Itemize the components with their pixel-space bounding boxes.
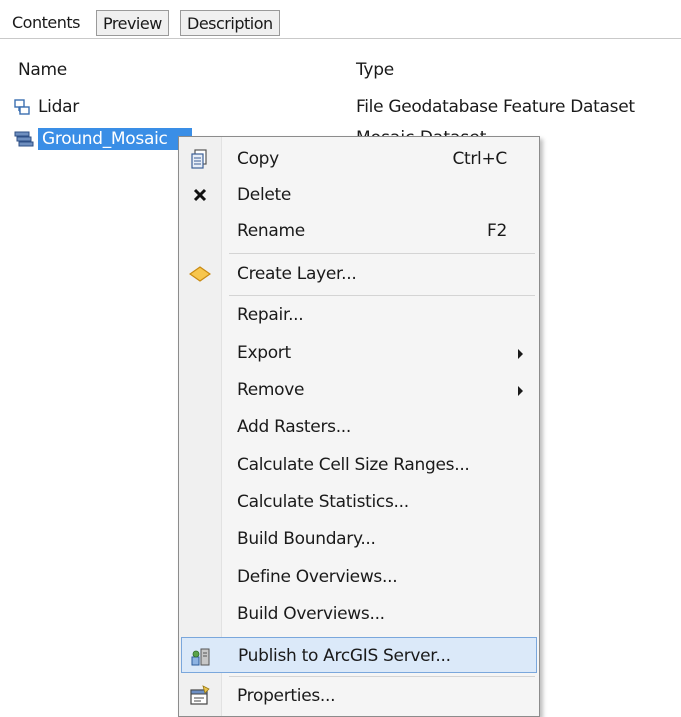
menu-item-shortcut: Ctrl+C bbox=[452, 149, 507, 169]
layer-diamond-icon bbox=[188, 263, 212, 285]
row-name: Ground_Mosaic bbox=[38, 128, 192, 150]
menu-item-label: Export bbox=[237, 343, 291, 363]
tab-strip: Contents Preview Description bbox=[0, 8, 681, 39]
menu-item-build-overviews[interactable]: Build Overviews... bbox=[181, 596, 537, 632]
menu-item-publish-to-arcgis-server[interactable]: Publish to ArcGIS Server... bbox=[181, 637, 537, 673]
context-menu: Copy Ctrl+C Delete Rename F2 Create Laye… bbox=[178, 136, 540, 717]
mosaic-dataset-icon bbox=[14, 130, 36, 150]
menu-item-label: Remove bbox=[237, 380, 305, 400]
column-header-name[interactable]: Name bbox=[18, 60, 67, 80]
menu-item-delete[interactable]: Delete bbox=[181, 177, 537, 213]
menu-separator bbox=[229, 295, 535, 296]
menu-item-remove[interactable]: Remove bbox=[181, 372, 537, 408]
menu-separator bbox=[229, 253, 535, 254]
catalog-window: Contents Preview Description Name Type L… bbox=[0, 0, 681, 717]
menu-item-add-rasters[interactable]: Add Rasters... bbox=[181, 409, 537, 445]
menu-item-label: Build Overviews... bbox=[237, 604, 385, 624]
menu-item-label: Add Rasters... bbox=[237, 417, 352, 437]
menu-item-create-layer[interactable]: Create Layer... bbox=[181, 256, 537, 292]
menu-item-shortcut: F2 bbox=[487, 221, 507, 241]
publish-server-icon bbox=[190, 645, 212, 667]
tab-description[interactable]: Description bbox=[180, 10, 280, 36]
row-type: File Geodatabase Feature Dataset bbox=[356, 97, 635, 117]
menu-item-label: Create Layer... bbox=[237, 264, 357, 284]
column-header-type[interactable]: Type bbox=[356, 60, 394, 80]
menu-item-rename[interactable]: Rename F2 bbox=[181, 213, 537, 249]
menu-item-label: Repair... bbox=[237, 305, 304, 325]
menu-item-calculate-cell-size-ranges[interactable]: Calculate Cell Size Ranges... bbox=[181, 447, 537, 483]
menu-item-label: Publish to ArcGIS Server... bbox=[238, 646, 451, 666]
submenu-arrow-icon bbox=[518, 386, 523, 396]
menu-item-label: Properties... bbox=[237, 686, 336, 706]
menu-item-label: Calculate Cell Size Ranges... bbox=[237, 455, 470, 475]
menu-item-label: Copy bbox=[237, 149, 279, 169]
tab-contents[interactable]: Contents bbox=[6, 10, 86, 36]
tab-preview[interactable]: Preview bbox=[96, 10, 169, 36]
menu-item-label: Calculate Statistics... bbox=[237, 492, 409, 512]
copy-icon bbox=[189, 148, 211, 170]
menu-item-label: Define Overviews... bbox=[237, 567, 398, 587]
feature-dataset-icon bbox=[14, 98, 36, 118]
menu-item-label: Rename bbox=[237, 221, 305, 241]
menu-item-properties[interactable]: Properties... bbox=[181, 678, 537, 714]
submenu-arrow-icon bbox=[518, 349, 523, 359]
menu-item-build-boundary[interactable]: Build Boundary... bbox=[181, 521, 537, 557]
menu-item-copy[interactable]: Copy Ctrl+C bbox=[181, 141, 537, 177]
delete-icon bbox=[189, 184, 211, 206]
row-name: Lidar bbox=[38, 97, 79, 117]
menu-item-calculate-statistics[interactable]: Calculate Statistics... bbox=[181, 484, 537, 520]
properties-icon bbox=[189, 685, 211, 707]
menu-item-export[interactable]: Export bbox=[181, 335, 537, 371]
menu-item-repair[interactable]: Repair... bbox=[181, 297, 537, 333]
menu-separator bbox=[229, 676, 535, 677]
menu-item-label: Delete bbox=[237, 185, 292, 205]
menu-item-define-overviews[interactable]: Define Overviews... bbox=[181, 559, 537, 595]
menu-item-label: Build Boundary... bbox=[237, 529, 376, 549]
